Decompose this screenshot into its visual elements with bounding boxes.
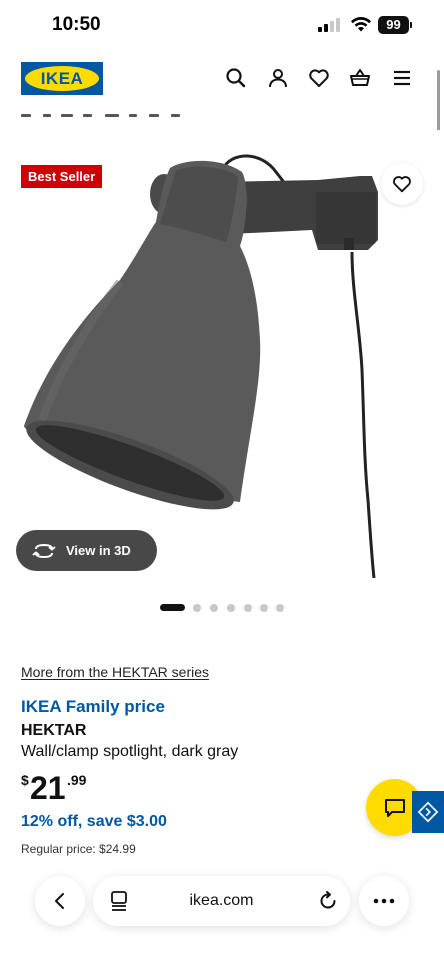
- gallery-dot[interactable]: [193, 604, 201, 612]
- status-bar: 10:50 99: [0, 0, 444, 52]
- price-decimal: .99: [67, 772, 87, 788]
- view-in-3d-label: View in 3D: [66, 543, 131, 558]
- side-promo-tab[interactable]: [412, 791, 444, 833]
- price-integer: 21: [30, 770, 66, 806]
- diamond-arrow-icon: [417, 801, 439, 823]
- product-image: [24, 154, 378, 579]
- back-button[interactable]: [35, 876, 85, 926]
- price-currency: $: [21, 772, 29, 788]
- search-icon[interactable]: [224, 66, 248, 90]
- browser-toolbar: ikea.com: [0, 870, 444, 932]
- account-icon[interactable]: [266, 66, 290, 90]
- menu-icon[interactable]: [390, 66, 414, 90]
- gallery-dot-active[interactable]: [160, 604, 185, 611]
- chat-icon: [384, 798, 405, 817]
- product-name: HEKTAR: [21, 722, 87, 739]
- add-to-favorites-button[interactable]: [381, 163, 423, 205]
- gallery-pagination: [0, 603, 444, 613]
- best-seller-badge: Best Seller: [21, 165, 103, 188]
- gallery-dot[interactable]: [244, 604, 252, 612]
- discount-text: 12% off, save $3.00: [21, 813, 167, 830]
- heart-icon: [393, 176, 411, 193]
- gallery-dot[interactable]: [210, 604, 218, 612]
- product-description: Wall/clamp spotlight, dark gray: [21, 743, 239, 760]
- regular-price: Regular price: $24.99: [21, 842, 136, 856]
- ellipsis-icon: [373, 898, 395, 904]
- logo-text: IKEA: [40, 68, 84, 88]
- site-header: IKEA: [0, 52, 444, 104]
- shopping-basket-icon[interactable]: [348, 66, 372, 90]
- more-options-button[interactable]: [359, 876, 409, 926]
- cellular-signal-icon: [318, 18, 342, 32]
- logo-oval: IKEA: [25, 66, 99, 91]
- view-in-3d-button[interactable]: View in 3D: [16, 530, 157, 571]
- url-text: ikea.com: [189, 892, 254, 909]
- rotate-3d-icon: [32, 543, 56, 558]
- battery-tip: [410, 22, 412, 28]
- battery-icon: 99: [378, 16, 409, 34]
- ikea-logo[interactable]: IKEA: [21, 62, 103, 95]
- status-time: 10:50: [52, 14, 101, 35]
- wifi-icon: [351, 16, 371, 32]
- address-bar[interactable]: ikea.com: [93, 876, 350, 926]
- reload-icon[interactable]: [317, 890, 339, 912]
- gallery-dot[interactable]: [227, 604, 235, 612]
- product-image-gallery[interactable]: Best Seller View in 3D: [0, 130, 444, 590]
- series-link[interactable]: More from the HEKTAR series: [21, 664, 209, 680]
- cut-off-text: [0, 104, 444, 118]
- gallery-dot[interactable]: [260, 604, 268, 612]
- heart-icon[interactable]: [307, 66, 331, 90]
- chevron-left-icon: [55, 893, 64, 909]
- gallery-dot[interactable]: [276, 604, 284, 612]
- family-price-label: IKEA Family price: [21, 697, 165, 716]
